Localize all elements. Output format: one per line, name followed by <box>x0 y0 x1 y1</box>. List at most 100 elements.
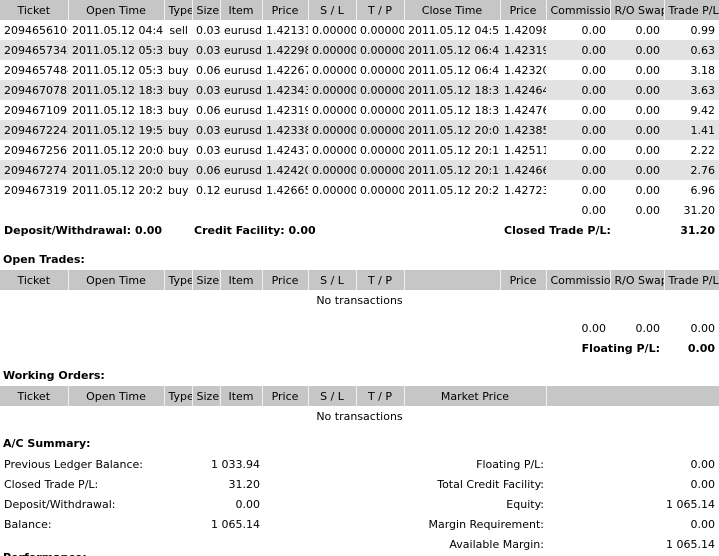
deposit-withdrawal: Deposit/Withdrawal: 0.00 <box>4 223 163 237</box>
table-cell: 2011.05.12 18:36 <box>404 80 500 100</box>
table-cell: 1.41 <box>664 120 719 140</box>
table-cell: 0.00000 <box>308 120 356 140</box>
table-cell: 2094657342 <box>0 40 68 60</box>
table-cell: 0.00000 <box>356 160 404 180</box>
col-sl: S / L <box>308 270 357 290</box>
table-cell: 0.00 <box>581 63 607 77</box>
table-cell: 2011.05.12 06:45 <box>404 40 500 60</box>
table-cell: 2011.05.12 18:36 <box>408 103 500 117</box>
col-ticket: Ticket <box>0 270 69 290</box>
table-cell: 2011.05.12 20:22 <box>72 183 164 197</box>
working-orders-empty: No transactions <box>316 409 403 423</box>
table-cell: 2011.05.12 20:19 <box>408 143 500 157</box>
table-cell: 1.42338 <box>262 120 308 140</box>
col-header: Ticket <box>0 0 69 20</box>
table-cell: 2011.05.12 19:50 <box>68 120 164 140</box>
table-row: 2094672569 2011.05.12 20:04 buy 0.03 eurusd 1… <box>0 140 719 160</box>
open-trades-table: Ticket Open Time Type Size Item Price S … <box>0 270 719 358</box>
table-cell: 0.00000 <box>308 80 356 100</box>
closed-trades-table: Ticket Open Time Type Size Item Price S / LT /… <box>0 0 719 240</box>
table-cell: eurusd <box>224 143 262 157</box>
table-cell: 0.03 <box>192 40 220 60</box>
closed-summary-row: Deposit/Withdrawal: 0.00 Credit Facility:… <box>0 220 719 240</box>
margin-value: 0.00 <box>690 517 716 531</box>
table-cell: 2011.05.12 18:30 <box>68 80 164 100</box>
table-cell: 0.03 <box>192 80 220 100</box>
open-commission-total: 0.00 <box>581 321 607 335</box>
col-item: Item <box>220 386 263 406</box>
prev-balance-label: Previous Ledger Balance: <box>4 457 144 471</box>
col-header: Close Time <box>404 0 501 20</box>
col-tp: T / P <box>356 270 405 290</box>
table-cell: eurusd <box>220 160 262 180</box>
closed-pl-value: 31.20 <box>228 477 261 491</box>
table-cell: 0.00000 <box>356 80 404 100</box>
table-cell: 0.00 <box>581 103 607 117</box>
next-section-title: Performance: <box>3 548 87 556</box>
col-size: Size <box>192 270 221 290</box>
table-cell: 1.42298 <box>262 40 308 60</box>
credit-facility: Credit Facility: 0.00 <box>194 223 316 237</box>
table-cell: 1.42385 <box>500 120 546 140</box>
table-cell: 2.22 <box>690 143 716 157</box>
col-open-time: Open Time <box>68 270 165 290</box>
table-cell: 0.03 <box>192 120 220 140</box>
credit-value: 0.00 <box>690 477 716 491</box>
table-cell: 2011.05.12 18:33 <box>72 103 164 117</box>
table-cell: 0.00 <box>610 80 664 100</box>
table-row: 2094672248 2011.05.12 19:50 buy 0.03 eurusd 1… <box>0 120 719 140</box>
table-cell: 0.06 <box>196 63 220 77</box>
col-header: Price <box>500 0 547 20</box>
open-trades-title: Open Trades: <box>3 253 85 266</box>
table-cell: 2011.05.12 20:19 <box>404 160 500 180</box>
col-header: Commission <box>546 0 611 20</box>
table-cell: eurusd <box>224 103 262 117</box>
col-header: Trade P/L <box>664 0 719 20</box>
col-header: Open Time <box>68 0 165 20</box>
table-cell: 0.00 <box>581 143 607 157</box>
table-cell: 2011.05.12 20:22 <box>408 183 500 197</box>
col-item: Item <box>220 270 263 290</box>
col-type: Type <box>164 386 193 406</box>
table-cell: 0.00000 <box>312 23 356 37</box>
table-cell: 2094672741 <box>0 160 68 180</box>
table-cell: 2.76 <box>664 160 719 180</box>
table-cell: 1.42320 <box>504 63 546 77</box>
table-cell: 0.00000 <box>308 40 356 60</box>
table-cell: 1.42343 <box>262 80 308 100</box>
table-cell: 0.00 <box>581 183 607 197</box>
table-cell: 0.00 <box>546 40 610 60</box>
table-cell: buy <box>168 103 189 117</box>
table-cell: 0.00000 <box>360 103 404 117</box>
table-cell: 0.00 <box>610 40 664 60</box>
table-cell: 2011.05.12 05:31 <box>68 40 164 60</box>
col-price: Price <box>262 386 309 406</box>
table-cell: 1.42723 <box>504 183 546 197</box>
working-orders-table: Ticket Open Time Type Size Item Price S … <box>0 386 719 426</box>
table-cell: 0.00000 <box>360 63 404 77</box>
col-market-price: Market Price <box>404 386 547 406</box>
table-cell: sell <box>169 23 188 37</box>
open-trades-empty: No transactions <box>316 293 403 307</box>
col-blank <box>546 386 719 406</box>
col-header: Size <box>192 0 221 20</box>
table-row: 2094657342 2011.05.12 05:31 buy 0.03 eurusd 1… <box>0 40 719 60</box>
table-cell: 0.00 <box>635 23 661 37</box>
table-cell: 1.42131 <box>266 23 308 37</box>
table-row: 2094670781 2011.05.12 18:30 buy 0.03 eurusd 1… <box>0 80 719 100</box>
floating-value: 0.00 <box>690 457 716 471</box>
table-cell: 0.00 <box>635 103 661 117</box>
col-header: S / L <box>308 0 357 20</box>
table-cell: 2094672569 <box>4 143 68 157</box>
table-row: 2094672741 2011.05.12 20:07 buy 0.06 eurusd 1… <box>0 160 719 180</box>
table-cell: 0.03 <box>196 23 220 37</box>
table-cell: 2011.05.12 04:58 <box>408 23 500 37</box>
table-cell: 1.42464 <box>500 80 546 100</box>
table-cell: 0.00 <box>610 160 664 180</box>
table-cell: 1.42511 <box>504 143 546 157</box>
table-cell: eurusd <box>224 23 262 37</box>
table-cell: 1.42476 <box>504 103 546 117</box>
table-cell: 1.42319 <box>500 40 546 60</box>
table-cell: 1.42420 <box>262 160 308 180</box>
table-cell: 0.00000 <box>312 143 356 157</box>
